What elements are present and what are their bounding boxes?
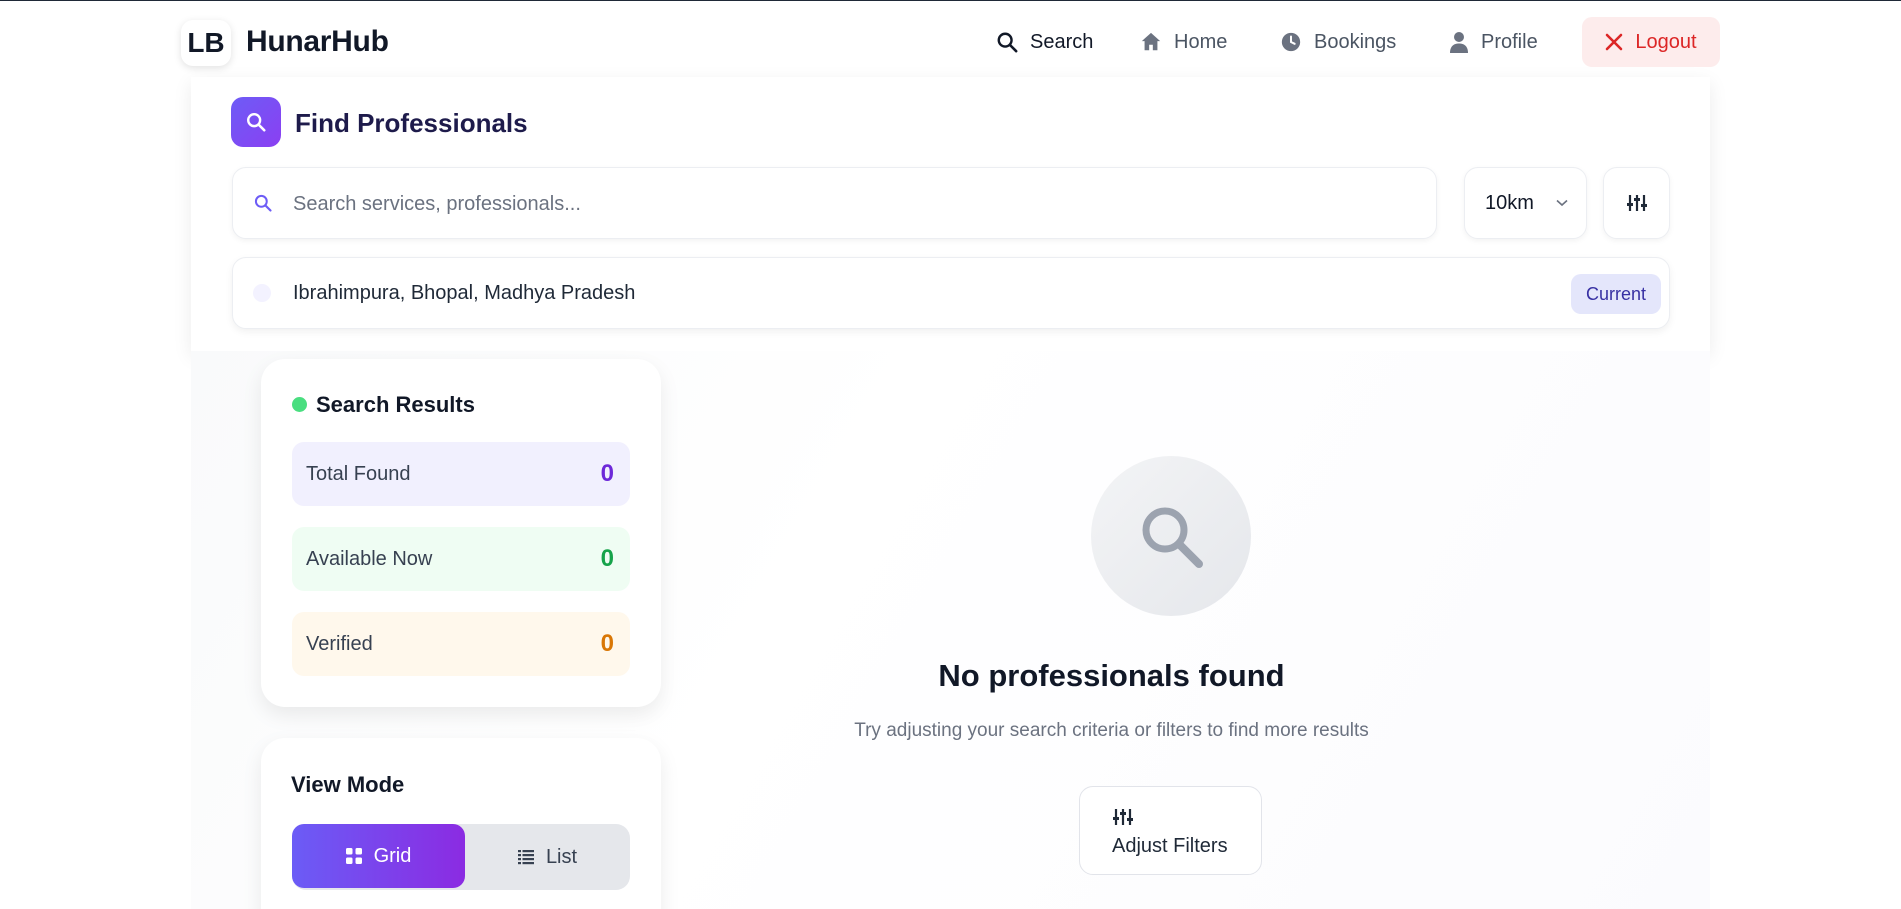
adjust-filters-label: Adjust Filters <box>1112 835 1228 857</box>
filter-button[interactable] <box>1603 167 1670 239</box>
stat-available-now: Available Now 0 <box>292 527 630 591</box>
grid-view-label: Grid <box>373 844 412 867</box>
search-icon <box>247 113 266 132</box>
nav-search[interactable]: Search <box>996 17 1093 67</box>
panel-title: Find Professionals <box>295 108 528 138</box>
user-icon <box>1450 32 1468 53</box>
list-view-label: List <box>545 845 578 868</box>
nav-bookings-label: Bookings <box>1314 30 1397 53</box>
list-view-button[interactable]: List <box>465 827 630 887</box>
location-pin-icon <box>253 284 271 302</box>
list-icon <box>517 850 534 865</box>
brand-name[interactable]: HunarHub <box>246 25 389 59</box>
nav-profile-label: Profile <box>1481 30 1538 53</box>
adjust-filters-button[interactable]: Adjust Filters <box>1079 786 1262 875</box>
stat-value: 0 <box>600 630 614 657</box>
logo-initials: LB <box>187 27 225 58</box>
search-icon <box>254 194 272 212</box>
radius-select[interactable]: 10km <box>1464 167 1587 239</box>
empty-state-title: No professionals found <box>938 658 1285 693</box>
close-icon <box>1606 33 1623 51</box>
clock-icon <box>1281 32 1301 52</box>
stat-label: Verified <box>306 633 373 655</box>
current-location-badge[interactable]: Current <box>1571 274 1661 314</box>
nav-profile[interactable]: Profile <box>1449 17 1538 67</box>
logout-button[interactable]: Logout <box>1582 17 1720 67</box>
view-mode-title: View Mode <box>291 772 405 797</box>
status-dot-icon <box>292 397 307 412</box>
find-icon-badge <box>231 97 281 147</box>
search-icon <box>997 32 1018 53</box>
stat-value: 0 <box>600 545 614 572</box>
nav-search-label: Search <box>1030 30 1094 53</box>
top-navbar: LB HunarHub Search Home Bookings Profile… <box>0 1 1901 83</box>
view-mode-card: View Mode Grid List <box>261 738 661 909</box>
chevron-down-icon <box>1556 199 1568 207</box>
search-panel: Find Professionals 10km Ibrahimpura, Bho… <box>191 77 1710 351</box>
nav-home-label: Home <box>1174 30 1228 53</box>
results-title: Search Results <box>316 392 475 417</box>
logout-label: Logout <box>1635 30 1697 53</box>
search-input[interactable] <box>293 186 1413 222</box>
stat-label: Available Now <box>306 548 433 570</box>
search-results-card: Search Results Total Found 0 Available N… <box>261 359 661 707</box>
sliders-icon <box>1113 809 1133 825</box>
nav-home[interactable]: Home <box>1140 17 1227 67</box>
sliders-icon <box>1626 195 1647 211</box>
grid-view-button[interactable]: Grid <box>292 824 465 888</box>
stat-label: Total Found <box>306 463 411 485</box>
view-mode-toggle: Grid List <box>292 824 630 890</box>
nav-bookings[interactable]: Bookings <box>1280 17 1396 67</box>
empty-state-title-row: No professionals found <box>0 658 1901 694</box>
magnifier-icon <box>1142 507 1203 568</box>
radius-value: 10km <box>1485 191 1534 214</box>
empty-state-illustration <box>1091 456 1251 616</box>
grid-icon <box>345 848 362 864</box>
search-field[interactable] <box>232 167 1437 239</box>
logo-badge[interactable]: LB <box>181 20 231 66</box>
empty-state-subtitle: Try adjusting your search criteria or fi… <box>854 720 1369 741</box>
stat-value: 0 <box>600 460 614 487</box>
home-icon <box>1141 32 1161 51</box>
stat-total-found: Total Found 0 <box>292 442 630 506</box>
location-field[interactable]: Ibrahimpura, Bhopal, Madhya Pradesh Curr… <box>232 257 1670 329</box>
location-text: Ibrahimpura, Bhopal, Madhya Pradesh <box>293 282 636 304</box>
